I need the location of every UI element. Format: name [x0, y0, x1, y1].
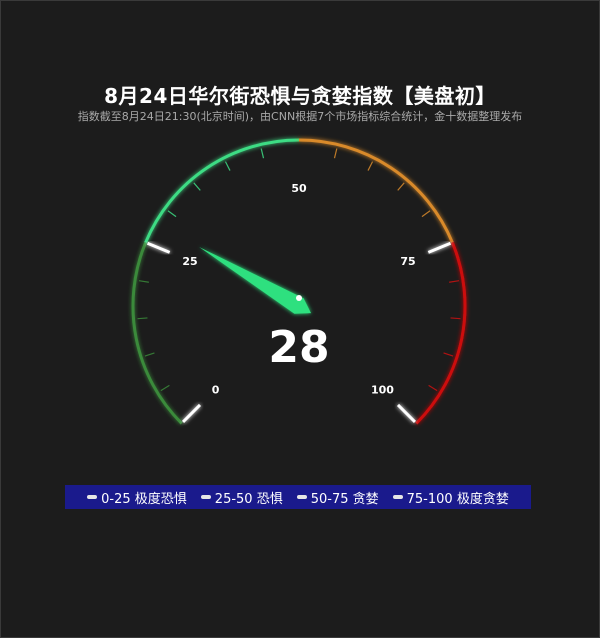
gauge-minor-tick	[450, 317, 461, 320]
gauge-major-tick	[396, 403, 417, 424]
gauge-minor-tick	[397, 182, 405, 191]
gauge-tick-label: 25	[182, 255, 197, 268]
gauge-minor-tick	[260, 148, 265, 159]
gauge-svg: 0 25 50 75 100 28	[131, 138, 467, 425]
gauge-minor-tick	[137, 317, 148, 320]
gauge-major-tick	[427, 241, 452, 254]
legend-swatch	[296, 495, 307, 499]
gauge-tick-label: 0	[212, 383, 220, 396]
gauge-minor-tick	[144, 352, 155, 357]
gauge-minor-tick	[224, 161, 231, 171]
gauge-major-tick	[181, 403, 202, 424]
gauge-minor-tick	[193, 182, 201, 191]
legend-swatch	[87, 495, 98, 499]
gauge-band-3	[415, 241, 467, 425]
gauge-minor-tick	[160, 384, 170, 392]
legend-swatch	[200, 495, 211, 499]
legend-swatch	[392, 495, 403, 499]
legend: 0-25 极度恐惧 25-50 恐惧 50-75 贪婪 75-100 极度贪婪	[65, 485, 531, 509]
gauge-tick-label: 50	[291, 182, 307, 195]
gauge-minor-tick	[421, 210, 431, 218]
gauge-tick-label: 100	[371, 383, 394, 396]
legend-label: 25-50 恐惧	[214, 491, 283, 507]
gauge-minor-tick	[167, 210, 177, 218]
gauge-minor-tick	[428, 384, 438, 392]
gauge-needle-shape	[199, 246, 312, 314]
gauge-tick-label: 75	[400, 255, 415, 268]
legend-label: 75-100 极度贪婪	[406, 491, 509, 507]
gauge-minor-tick	[138, 280, 149, 283]
legend-item-greed[interactable]: 50-75 贪婪	[296, 488, 379, 507]
legend-label: 50-75 贪婪	[310, 491, 379, 507]
legend-item-extreme-fear[interactable]: 0-25 极度恐惧	[87, 488, 187, 507]
gauge-major-tick	[146, 241, 171, 254]
gauge-band-1	[144, 138, 300, 244]
gauge-band-0	[131, 241, 183, 425]
gauge-minor-tick	[449, 280, 460, 283]
gauge-band-2	[298, 138, 454, 244]
gauge-minor-tick	[333, 148, 338, 159]
gauge-value: 28	[268, 322, 329, 373]
gauge-needle-pivot	[296, 295, 302, 301]
gauge-minor-tick	[443, 352, 454, 357]
gauge-needle	[199, 246, 312, 314]
legend-label: 0-25 极度恐惧	[101, 491, 187, 507]
gauge-minor-tick	[367, 161, 374, 171]
legend-item-extreme-greed[interactable]: 75-100 极度贪婪	[392, 488, 509, 507]
legend-item-fear[interactable]: 25-50 恐惧	[200, 488, 283, 507]
